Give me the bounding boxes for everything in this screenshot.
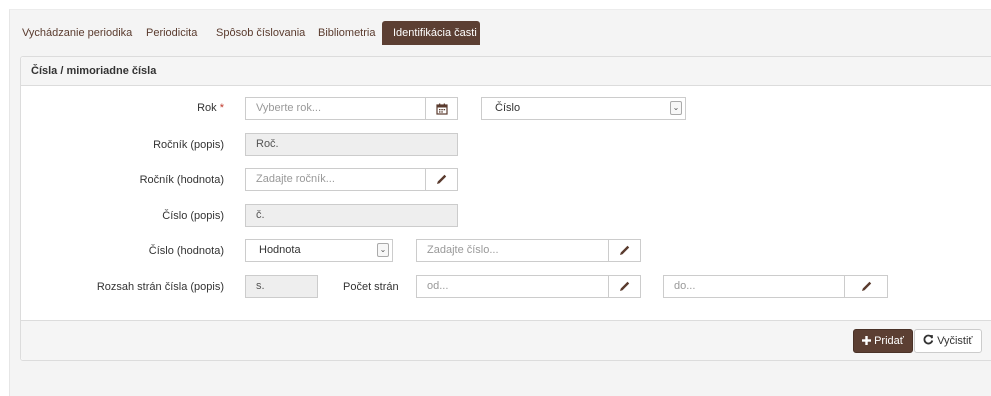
strany-od-edit-button[interactable] — [609, 275, 641, 298]
rocnik-hodnota-label: Ročník (hodnota) — [139, 174, 224, 186]
rok-type-select[interactable]: Číslo — [481, 97, 686, 120]
chevron-down-icon: ⌄ — [377, 243, 389, 257]
tab-vychadzanie-periodika[interactable]: Vychádzanie periodika — [22, 21, 132, 45]
strany-do-edit-button[interactable] — [845, 275, 888, 298]
rok-label-text: Rok — [197, 102, 217, 114]
rok-label: Rok * — [197, 102, 224, 114]
calendar-button[interactable] — [426, 97, 458, 120]
cislo-hodnota-select-value: Hodnota — [259, 244, 301, 256]
calendar-icon — [435, 103, 448, 115]
pencil-icon — [620, 245, 630, 255]
pencil-icon — [861, 281, 871, 291]
rozsah-popis-input[interactable]: s. — [245, 275, 318, 298]
tab-identifikacia-casti[interactable]: Identifikácia časti — [382, 21, 480, 45]
rocnik-hodnota-input[interactable]: Zadajte ročník... — [245, 168, 426, 191]
rocnik-popis-input[interactable]: Roč. — [245, 133, 458, 156]
rocnik-edit-button[interactable] — [426, 168, 458, 191]
tab-sposob-cislovania[interactable]: Spôsob číslovania — [216, 21, 305, 45]
cislo-hodnota-input[interactable]: Zadajte číslo... — [416, 239, 609, 262]
panel-header: Čísla / mimoriadne čísla — [21, 57, 991, 86]
clear-button[interactable]: Vyčistiť — [914, 329, 982, 353]
plus-icon — [862, 336, 871, 345]
pencil-icon — [437, 174, 447, 184]
panel-footer — [21, 320, 991, 360]
cislo-hodnota-label: Číslo (hodnota) — [148, 245, 224, 257]
tab-periodicita[interactable]: Periodicita — [146, 21, 197, 45]
panel-title: Čísla / mimoriadne čísla — [31, 65, 157, 77]
tab-bibliometria[interactable]: Bibliometria — [318, 21, 375, 45]
cislo-hodnota-select[interactable]: Hodnota — [245, 239, 393, 262]
refresh-icon — [923, 334, 934, 345]
cislo-edit-button[interactable] — [609, 239, 641, 262]
clear-button-label: Vyčistiť — [937, 335, 973, 347]
cislo-popis-label: Číslo (popis) — [162, 210, 224, 222]
rocnik-popis-label: Ročník (popis) — [153, 139, 224, 151]
rok-input[interactable]: Vyberte rok... — [245, 97, 426, 120]
pocet-stran-label: Počet strán — [343, 281, 399, 293]
chevron-down-icon: ⌄ — [670, 101, 682, 115]
strany-do-input[interactable]: do... — [663, 275, 845, 298]
rok-type-select-value: Číslo — [495, 102, 521, 114]
required-mark: * — [219, 102, 224, 114]
cislo-popis-input[interactable]: č. — [245, 204, 458, 227]
add-button-label: Pridať — [874, 335, 904, 347]
strany-od-input[interactable]: od... — [416, 275, 609, 298]
add-button[interactable]: Pridať — [853, 329, 913, 353]
pencil-icon — [620, 281, 630, 291]
rozsah-label: Rozsah strán čísla (popis) — [96, 281, 224, 293]
